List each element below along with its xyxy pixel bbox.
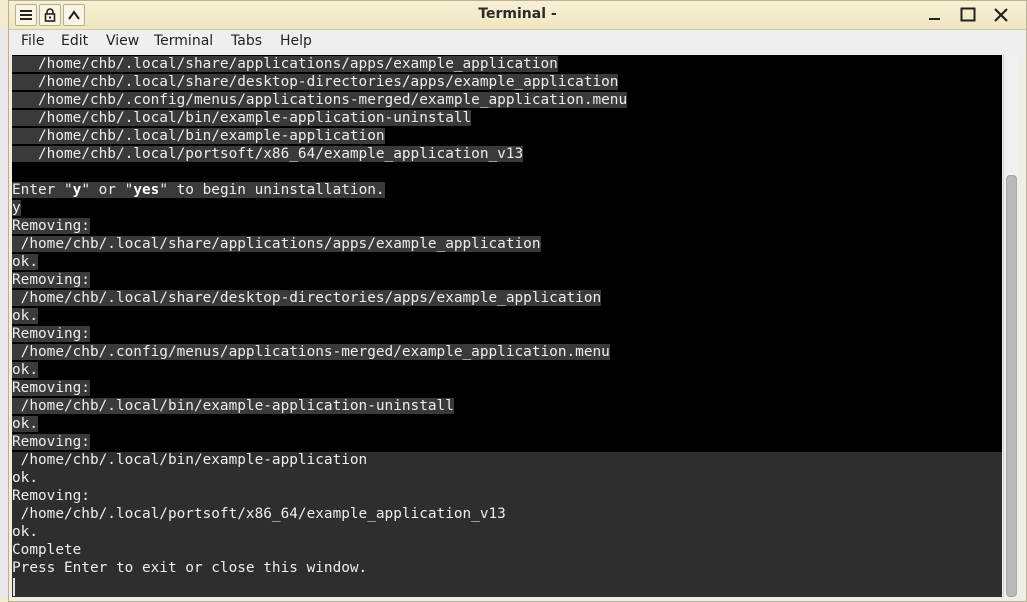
terminal-line-text: /home/chb/.local/share/desktop-directori… [12, 290, 602, 306]
terminal-line: ok. [12, 415, 627, 433]
terminal-line-text: Removing: [12, 326, 90, 342]
terminal-line: ok. [12, 361, 627, 379]
terminal-line-text: ok. [12, 416, 38, 432]
terminal-line: ok. [12, 523, 627, 541]
terminal-line: /home/chb/.local/bin/example-application… [12, 397, 627, 415]
terminal-line-text: ok. [12, 308, 38, 324]
terminal-line-text: Removing: [12, 272, 90, 288]
menu-edit[interactable]: Edit [59, 33, 90, 49]
close-button[interactable] [989, 4, 1013, 26]
terminal-line: Enter "y" or "yes" to begin uninstallati… [12, 181, 627, 199]
terminal-line-text: Complete [12, 542, 82, 558]
terminal-line: Press Enter to exit or close this window… [12, 559, 627, 577]
title-bar[interactable]: Terminal - [9, 1, 1026, 30]
terminal-line: /home/chb/.local/share/desktop-directori… [12, 73, 627, 91]
terminal-line: /home/chb/.local/share/applications/apps… [12, 55, 627, 73]
terminal-line-text: Removing: [12, 434, 90, 450]
terminal-line-text: Removing: [12, 488, 90, 504]
terminal-line: /home/chb/.config/menus/applications-mer… [12, 91, 628, 109]
terminal-line: y [12, 199, 627, 217]
terminal-line: /home/chb/.local/portsoft/x86_64/example… [12, 505, 627, 523]
terminal-line-text: /home/chb/.local/bin/example-application… [12, 110, 472, 126]
terminal-line-text: Enter "y" or "yes" to begin uninstallati… [12, 182, 385, 198]
terminal-line: ok. [12, 307, 627, 325]
terminal-line-text: /home/chb/.local/portsoft/x86_64/example… [12, 506, 506, 522]
terminal-line-text: ok. [12, 470, 38, 486]
terminal-line: /home/chb/.local/bin/example-application [12, 127, 627, 145]
terminal-line: /home/chb/.local/bin/example-application… [12, 109, 627, 127]
menu-terminal[interactable]: Terminal [152, 33, 215, 49]
terminal-line-text: ok. [12, 362, 38, 378]
terminal-window: Terminal - File Edit View Terminal Tabs … [8, 0, 1027, 602]
terminal-line-text: y [12, 200, 21, 216]
terminal-line-text: /home/chb/.local/share/desktop-directori… [12, 74, 619, 90]
vertical-scrollbar[interactable] [1003, 55, 1018, 597]
terminal-line-text: /home/chb/.local/bin/example-application [12, 128, 385, 144]
terminal-line-text: /home/chb/.local/portsoft/x86_64/example… [12, 146, 524, 162]
terminal-line-text: /home/chb/.config/menus/applications-mer… [12, 344, 610, 360]
terminal-line: Removing: [12, 271, 627, 289]
menu-view[interactable]: View [104, 33, 141, 49]
terminal-line-text: /home/chb/.local/share/applications/apps… [12, 56, 558, 72]
terminal-line: /home/chb/.config/menus/applications-mer… [12, 343, 627, 361]
terminal-line: ok. [12, 469, 627, 487]
terminal-output[interactable]: /home/chb/.local/share/applications/apps… [12, 55, 1002, 597]
terminal-line: Removing: [12, 217, 627, 235]
menu-tabs[interactable]: Tabs [229, 33, 264, 49]
maximize-button[interactable] [956, 4, 980, 26]
terminal-line: /home/chb/.local/bin/example-application [12, 451, 627, 469]
terminal-line-text: /home/chb/.local/bin/example-application… [12, 398, 454, 414]
minimize-icon [929, 18, 940, 20]
terminal-line-text: Press Enter to exit or close this window… [12, 560, 368, 576]
minimize-button[interactable] [923, 4, 947, 26]
terminal-cursor [13, 578, 15, 596]
terminal-line: /home/chb/.local/portsoft/x86_64/example… [12, 145, 627, 163]
close-icon [994, 8, 1008, 22]
window-title: Terminal - [478, 6, 557, 22]
maximize-icon [960, 7, 976, 22]
terminal-line-text: /home/chb/.config/menus/applications-mer… [12, 92, 628, 108]
menu-file[interactable]: File [19, 33, 46, 49]
terminal-line: Removing: [12, 325, 627, 343]
scrollbar-thumb[interactable] [1006, 175, 1017, 597]
terminal-line: Removing: [12, 379, 627, 397]
terminal-line: /home/chb/.local/share/applications/apps… [12, 235, 627, 253]
terminal-line-text: ok. [12, 254, 38, 270]
terminal-line: ok. [12, 253, 627, 271]
menu-help[interactable]: Help [278, 33, 314, 49]
terminal-line-text: /home/chb/.local/share/applications/apps… [12, 236, 541, 252]
terminal-lines: /home/chb/.local/share/applications/apps… [12, 55, 628, 577]
menu-bar: File Edit View Terminal Tabs Help [9, 30, 1026, 55]
terminal-line-text: /home/chb/.local/bin/example-application [12, 452, 368, 468]
terminal-line-text: ok. [12, 524, 38, 540]
terminal-line-text: Removing: [12, 218, 90, 234]
terminal-line: /home/chb/.local/share/desktop-directori… [12, 289, 627, 307]
terminal-line: Removing: [12, 487, 627, 505]
terminal-line-text: Removing: [12, 380, 90, 396]
terminal-line: Removing: [12, 433, 627, 451]
terminal-line: Complete [12, 541, 627, 559]
